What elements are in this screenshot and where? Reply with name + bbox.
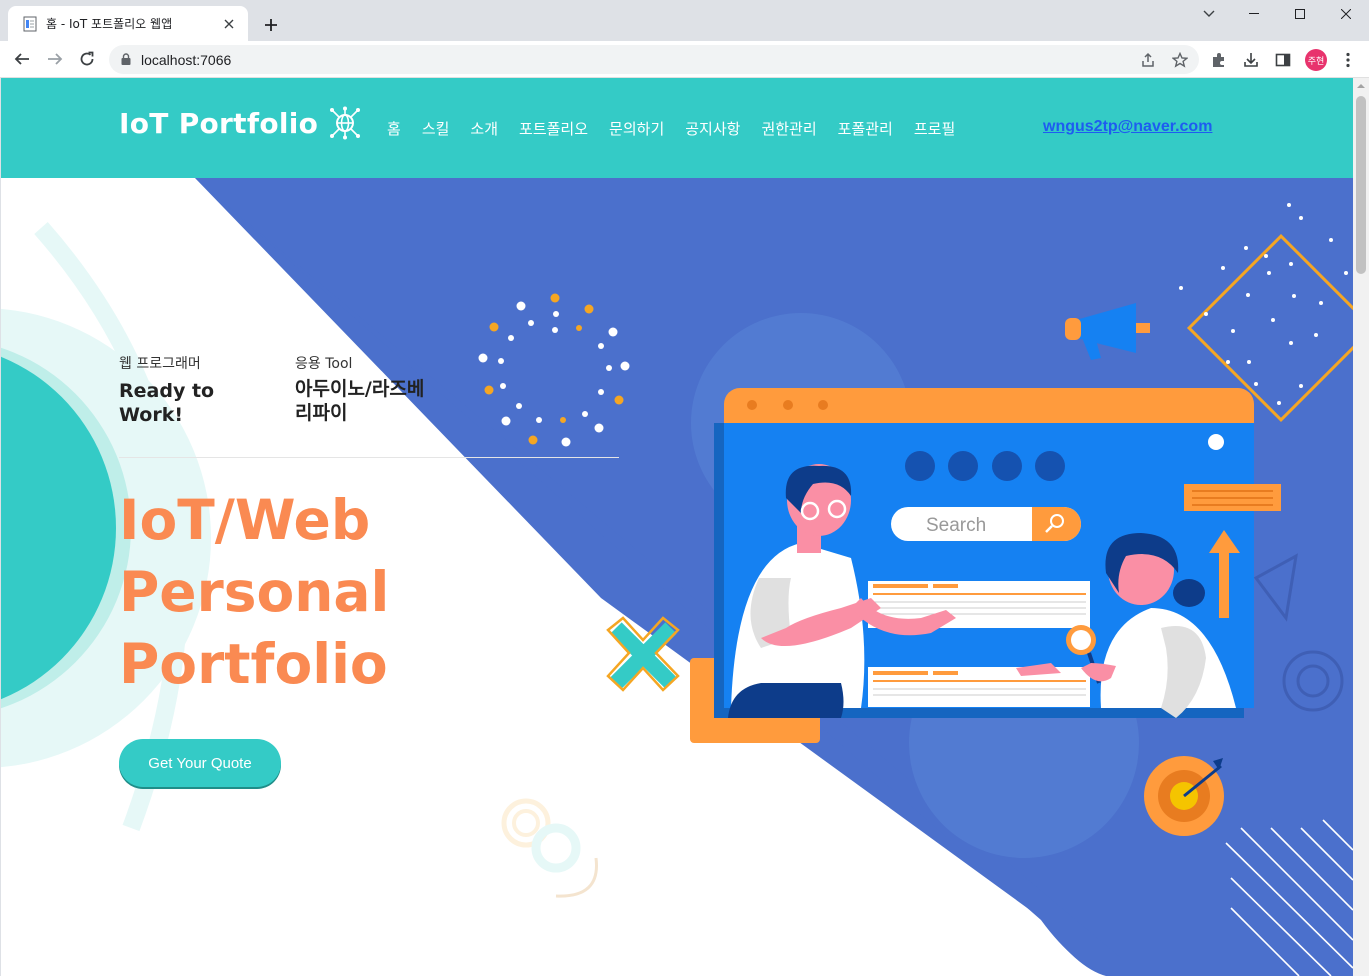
- role-value: Ready to Work!: [119, 379, 214, 427]
- maximize-window-icon[interactable]: [1277, 0, 1323, 28]
- nav-permissions[interactable]: 권한관리: [761, 118, 816, 139]
- share-icon[interactable]: [1138, 50, 1158, 70]
- bookmark-star-icon[interactable]: [1170, 50, 1190, 70]
- nav-notice[interactable]: 공지사항: [685, 118, 740, 139]
- nav-profile[interactable]: 프로필: [914, 118, 955, 139]
- close-tab-icon[interactable]: [220, 15, 238, 33]
- hero-title-line-1: IoT/Web: [119, 488, 371, 552]
- tab-title: 홈 - IoT 포트폴리오 웹앱: [46, 17, 173, 31]
- menu-kebab-icon[interactable]: [1338, 50, 1358, 70]
- scroll-up-arrow-icon[interactable]: [1357, 82, 1365, 90]
- forward-arrow-icon[interactable]: [41, 45, 69, 73]
- main-nav: 홈 스킬 소개 포트폴리오 문의하기 공지사항 권한관리 포폴관리 프로필: [387, 118, 976, 139]
- hero-title: IoT/Web Personal Portfolio: [119, 484, 389, 700]
- profile-avatar[interactable]: 주현: [1305, 49, 1327, 71]
- tab-search-chevron-icon[interactable]: [1196, 3, 1222, 25]
- download-icon[interactable]: [1241, 50, 1261, 70]
- side-panel-icon[interactable]: [1273, 50, 1293, 70]
- role-value-line-1: Ready to: [119, 380, 215, 402]
- brand-logo[interactable]: IoT Portfolio: [119, 106, 362, 140]
- tool-label: 응용 Tool: [295, 356, 353, 372]
- x-mark-decoration: [606, 616, 680, 692]
- role-label: 웹 프로그래머: [119, 356, 201, 372]
- scrollbar-thumb[interactable]: [1356, 96, 1366, 274]
- back-arrow-icon[interactable]: [8, 45, 36, 73]
- address-bar[interactable]: localhost:7066: [109, 45, 1199, 74]
- browser-tab[interactable]: 홈 - IoT 포트폴리오 웹앱: [8, 6, 248, 41]
- nav-home[interactable]: 홈: [387, 118, 401, 139]
- hero-divider: [119, 457, 619, 458]
- nav-contact[interactable]: 문의하기: [609, 118, 664, 139]
- browser-toolbar: localhost:7066 주현: [0, 41, 1369, 78]
- brand-name: IoT Portfolio: [119, 106, 319, 140]
- page-viewport: IoT Portfolio 홈 스킬 소개 포트폴리오 문의하기 공지사항 권한…: [1, 78, 1353, 976]
- illustration-search-text: Search: [926, 515, 986, 536]
- nav-skills[interactable]: 스킬: [422, 118, 450, 139]
- close-window-icon[interactable]: [1323, 0, 1369, 28]
- tool-value-line-2: 리파이: [295, 402, 348, 424]
- get-quote-button[interactable]: Get Your Quote: [119, 739, 281, 787]
- network-globe-icon: [330, 106, 361, 140]
- hero-section: Search 웹 프로그래머 Ready to Work! 응용 Tool 아두…: [1, 178, 1353, 976]
- extensions-puzzle-icon[interactable]: [1209, 50, 1229, 70]
- tab-strip: 홈 - IoT 포트폴리오 웹앱: [0, 0, 1369, 41]
- user-email-link[interactable]: wngus2tp@naver.com: [1043, 118, 1212, 136]
- nav-portfolio-admin[interactable]: 포폴관리: [838, 118, 893, 139]
- role-value-line-2: Work!: [119, 404, 184, 426]
- minimize-window-icon[interactable]: [1231, 0, 1277, 28]
- reload-icon[interactable]: [73, 45, 101, 73]
- nav-portfolio[interactable]: 포트폴리오: [519, 118, 588, 139]
- lock-icon: [121, 50, 131, 69]
- new-tab-button[interactable]: [258, 12, 284, 38]
- page-icon: [22, 16, 38, 32]
- site-header: IoT Portfolio 홈 스킬 소개 포트폴리오 문의하기 공지사항 권한…: [1, 78, 1353, 178]
- nav-about[interactable]: 소개: [470, 118, 498, 139]
- url-text: localhost:7066: [141, 51, 232, 68]
- tool-value: 아두이노/라즈베 리파이: [295, 377, 424, 425]
- hero-title-line-2: Personal: [119, 560, 390, 624]
- hero-title-line-3: Portfolio: [119, 632, 388, 696]
- tool-value-line-1: 아두이노/라즈베: [295, 378, 425, 400]
- page-scrollbar[interactable]: [1353, 78, 1369, 976]
